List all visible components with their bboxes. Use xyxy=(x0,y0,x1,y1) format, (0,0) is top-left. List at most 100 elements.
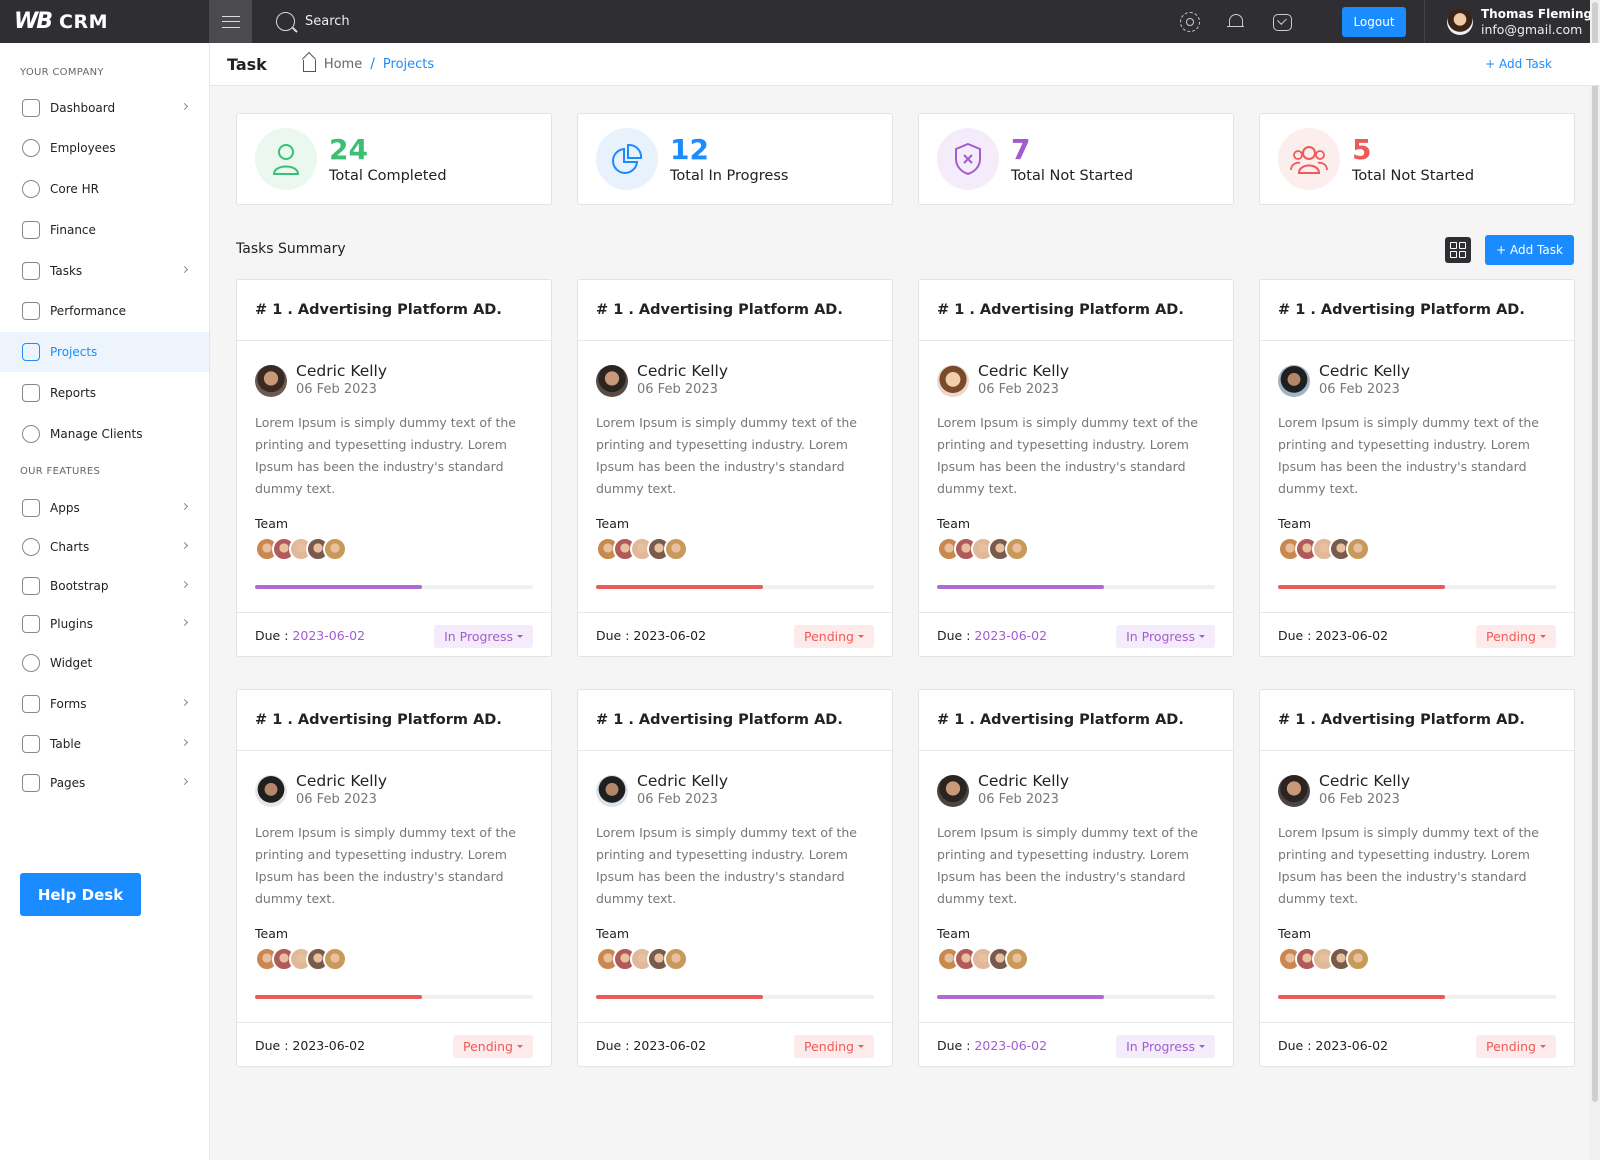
add-task-link[interactable]: + Add Task xyxy=(1485,57,1552,71)
scrollbar[interactable] xyxy=(1590,0,1600,1160)
task-title[interactable]: # 1 . Advertising Platform AD. xyxy=(1260,280,1574,341)
team-member-avatar[interactable] xyxy=(323,537,347,561)
task-title[interactable]: # 1 . Advertising Platform AD. xyxy=(1260,690,1574,751)
sidebar-item-plugins[interactable]: Plugins xyxy=(0,604,209,644)
brand-name: CRM xyxy=(59,10,109,33)
team-member-avatar[interactable] xyxy=(1005,537,1029,561)
task-description: Lorem Ipsum is simply dummy text of the … xyxy=(596,415,857,496)
due-separator: : xyxy=(280,627,293,643)
chevron-right-icon xyxy=(180,265,189,274)
user-menu[interactable]: Thomas Fleming info@gmail.com xyxy=(1424,0,1592,43)
sidebar-item-table[interactable]: Table xyxy=(0,724,209,764)
sidebar-item-tasks[interactable]: Tasks xyxy=(0,251,209,291)
progress-bar xyxy=(1278,585,1556,589)
breadcrumb-home-link[interactable]: Home xyxy=(324,57,362,72)
brand[interactable]: WB CRM xyxy=(0,0,209,43)
due-separator: : xyxy=(1303,1037,1316,1053)
due-label: Due xyxy=(255,1037,281,1053)
grid-view-button[interactable] xyxy=(1445,237,1471,263)
sidebar-item-charts[interactable]: Charts xyxy=(0,527,209,567)
sidebar-item-manage-clients[interactable]: Manage Clients xyxy=(0,414,209,454)
grid-icon xyxy=(22,654,40,672)
team-avatars xyxy=(255,947,347,971)
team-member-avatar[interactable] xyxy=(323,947,347,971)
topbar: WB CRM Search Logout Thomas Fleming info… xyxy=(0,0,1600,43)
sidebar-item-label: Finance xyxy=(50,223,96,237)
avatar xyxy=(596,364,628,397)
assignee-date: 06 Feb 2023 xyxy=(296,792,377,807)
menu-toggle-button[interactable] xyxy=(209,0,252,43)
team-member-avatar[interactable] xyxy=(1005,947,1029,971)
due-separator: : xyxy=(621,627,634,643)
gear-icon[interactable] xyxy=(1180,11,1200,32)
sidebar-item-performance[interactable]: Performance xyxy=(0,291,209,331)
team-member-avatar[interactable] xyxy=(664,947,688,971)
progress-bar xyxy=(255,585,533,589)
task-title[interactable]: # 1 . Advertising Platform AD. xyxy=(919,280,1233,341)
help-desk-button[interactable]: Help Desk xyxy=(20,873,141,916)
mail-icon[interactable] xyxy=(1272,12,1292,32)
team-member-avatar[interactable] xyxy=(1346,537,1370,561)
edit-icon xyxy=(22,262,40,280)
team-label: Team xyxy=(937,516,971,531)
status-dropdown[interactable]: In Progress xyxy=(1116,625,1215,648)
scrollbar-thumb[interactable] xyxy=(1592,2,1598,1102)
due-separator: : xyxy=(962,627,975,643)
task-title[interactable]: # 1 . Advertising Platform AD. xyxy=(237,280,551,341)
search-box[interactable]: Search xyxy=(276,12,350,31)
sidebar-item-finance[interactable]: Finance xyxy=(0,210,209,250)
progress-bar xyxy=(596,995,874,999)
avatar xyxy=(596,774,628,807)
sidebar-item-widget[interactable]: Widget xyxy=(0,643,209,683)
sidebar-item-forms[interactable]: Forms xyxy=(0,684,209,724)
sidebar-item-label: Projects xyxy=(50,345,98,359)
bell-icon[interactable] xyxy=(1226,12,1246,32)
assignee-name: Cedric Kelly xyxy=(296,772,388,790)
avatar xyxy=(1278,364,1310,397)
task-description: Lorem Ipsum is simply dummy text of the … xyxy=(255,825,516,906)
sidebar-item-reports[interactable]: Reports xyxy=(0,373,209,413)
assignee-name: Cedric Kelly xyxy=(1319,772,1411,790)
stat-card: 12 Total In Progress xyxy=(577,113,893,205)
task-card: # 1 . Advertising Platform AD. Cedric Kel… xyxy=(918,279,1234,657)
status-dropdown[interactable]: In Progress xyxy=(434,625,533,648)
sidebar-item-label: Pages xyxy=(50,776,86,790)
card-footer: Due : 2023-06-02 In Progress xyxy=(237,612,551,657)
assignee-name: Cedric Kelly xyxy=(637,362,729,380)
assignee-name: Cedric Kelly xyxy=(637,772,729,790)
caret-down-icon xyxy=(1540,1045,1546,1048)
sidebar-item-core-hr[interactable]: Core HR xyxy=(0,169,209,209)
team-member-avatar[interactable] xyxy=(1346,947,1370,971)
sidebar-item-projects[interactable]: Projects xyxy=(0,332,209,372)
sidebar-item-employees[interactable]: Employees xyxy=(0,128,209,168)
status-dropdown[interactable]: Pending xyxy=(794,1035,874,1058)
task-title[interactable]: # 1 . Advertising Platform AD. xyxy=(237,690,551,751)
logout-button[interactable]: Logout xyxy=(1342,7,1406,37)
due-date: 2023-06-02 xyxy=(292,1037,366,1053)
task-title[interactable]: # 1 . Advertising Platform AD. xyxy=(578,690,892,751)
assignee-date: 06 Feb 2023 xyxy=(978,792,1059,807)
task-title[interactable]: # 1 . Advertising Platform AD. xyxy=(919,690,1233,751)
sidebar-item-bootstrap[interactable]: Bootstrap xyxy=(0,566,209,606)
status-dropdown[interactable]: Pending xyxy=(453,1035,533,1058)
team-avatars xyxy=(1278,537,1370,561)
user-icon xyxy=(255,128,317,190)
status-dropdown[interactable]: Pending xyxy=(1476,1035,1556,1058)
due-separator: : xyxy=(1303,627,1316,643)
progress-fill xyxy=(937,585,1104,589)
user-email: info@gmail.com xyxy=(1481,21,1583,37)
status-dropdown[interactable]: In Progress xyxy=(1116,1035,1215,1058)
team-avatars xyxy=(596,947,688,971)
task-title[interactable]: # 1 . Advertising Platform AD. xyxy=(578,280,892,341)
team-member-avatar[interactable] xyxy=(664,537,688,561)
team-label: Team xyxy=(1278,926,1312,941)
add-task-button[interactable]: + Add Task xyxy=(1485,235,1574,265)
status-dropdown[interactable]: Pending xyxy=(794,625,874,648)
due-date: 2023-06-02 xyxy=(633,1037,707,1053)
sidebar-item-dashboard[interactable]: Dashboard xyxy=(0,88,209,128)
sidebar-item-pages[interactable]: Pages xyxy=(0,763,209,803)
sidebar-item-label: Reports xyxy=(50,386,97,400)
status-dropdown[interactable]: Pending xyxy=(1476,625,1556,648)
sidebar-item-apps[interactable]: Apps xyxy=(0,488,209,528)
avatar xyxy=(255,364,287,397)
